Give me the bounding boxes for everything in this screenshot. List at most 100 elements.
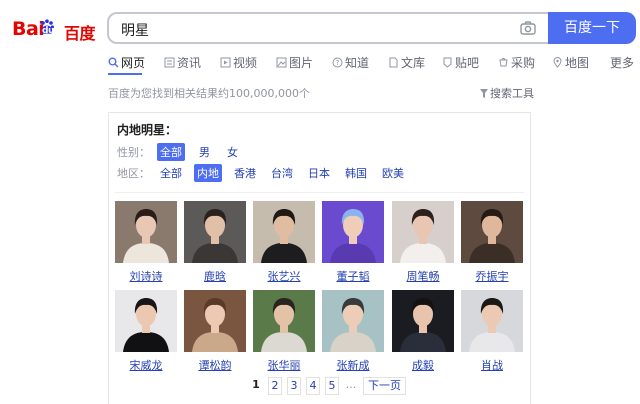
- search-tools-label: 搜索工具: [490, 87, 534, 100]
- celebrity-photo[interactable]: [461, 201, 523, 263]
- tab-label: 文库: [401, 55, 426, 70]
- tab-label: 更多: [610, 55, 635, 70]
- celebrity-name[interactable]: 乔振宇: [461, 268, 523, 284]
- celebrity-name[interactable]: 刘诗诗: [115, 268, 177, 284]
- region-option-japan[interactable]: 日本: [305, 164, 333, 182]
- gender-option-female[interactable]: 女: [224, 143, 241, 161]
- celebrity-item[interactable]: 刘诗诗: [115, 201, 177, 284]
- celebrity-item[interactable]: 乔振宇: [461, 201, 523, 284]
- region-filter: 地区： 全部 内地 香港 台湾 日本 韩国 欧美: [117, 164, 416, 182]
- purchase-icon: [499, 57, 508, 66]
- celebrity-name[interactable]: 宋威龙: [115, 357, 177, 373]
- gender-label: 性别：: [117, 146, 150, 159]
- doc-icon: [389, 57, 398, 67]
- celebrity-photo[interactable]: [322, 201, 384, 263]
- filter-icon: [480, 88, 488, 98]
- celebrity-item[interactable]: 张新成: [322, 290, 384, 373]
- tab-label: 采购: [511, 55, 536, 70]
- tab-images[interactable]: 图片: [276, 52, 313, 72]
- search-input[interactable]: 明星: [121, 20, 149, 40]
- celebrity-name[interactable]: 肖战: [461, 357, 523, 373]
- celebrity-photo[interactable]: [253, 290, 315, 352]
- tab-map[interactable]: 地图: [552, 52, 589, 72]
- tab-tieba[interactable]: 贴吧: [442, 52, 479, 72]
- page-5[interactable]: 5: [325, 377, 339, 395]
- celebrity-name[interactable]: 周笔畅: [392, 268, 454, 284]
- news-icon: [164, 57, 175, 67]
- celebrity-name[interactable]: 董子韬: [322, 268, 384, 284]
- celebrity-photo[interactable]: [392, 201, 454, 263]
- region-option-all[interactable]: 全部: [157, 164, 185, 182]
- region-option-hongkong[interactable]: 香港: [231, 164, 259, 182]
- search-tools-button[interactable]: 搜索工具: [480, 85, 534, 101]
- gender-filter: 性别： 全部 男 女: [117, 143, 250, 161]
- tab-wenku[interactable]: 文库: [388, 52, 425, 72]
- celebrity-photo[interactable]: [115, 201, 177, 263]
- tab-news[interactable]: 资讯: [164, 52, 201, 72]
- celebrity-item[interactable]: 肖战: [461, 290, 523, 373]
- celebrity-item[interactable]: 周笔畅: [392, 201, 454, 284]
- celebrity-photo[interactable]: [184, 201, 246, 263]
- region-option-korea[interactable]: 韩国: [342, 164, 370, 182]
- celebrity-name[interactable]: 谭松韵: [184, 357, 246, 373]
- logo-text-cn: 百度: [64, 24, 96, 43]
- region-option-western[interactable]: 欧美: [379, 164, 407, 182]
- celebrity-item[interactable]: 谭松韵: [184, 290, 246, 373]
- region-option-taiwan[interactable]: 台湾: [268, 164, 296, 182]
- celebrity-photo[interactable]: [253, 201, 315, 263]
- svg-text:?: ?: [336, 59, 340, 67]
- celebrity-item[interactable]: 张华丽: [253, 290, 315, 373]
- page-4[interactable]: 4: [306, 377, 320, 395]
- celebrity-photo[interactable]: [392, 290, 454, 352]
- celebrity-photo[interactable]: [461, 290, 523, 352]
- celebrity-name[interactable]: 成毅: [392, 357, 454, 373]
- tab-purchase[interactable]: 采购: [498, 52, 535, 72]
- celebrity-name[interactable]: 张新成: [322, 357, 384, 373]
- result-count: 百度为您找到相关结果约100,000,000个: [108, 87, 310, 100]
- page-3[interactable]: 3: [287, 377, 301, 395]
- celebrity-item[interactable]: 董子韬: [322, 201, 384, 284]
- question-icon: ?: [332, 57, 343, 67]
- celebrity-name[interactable]: 张艺兴: [253, 268, 315, 284]
- tab-label: 图片: [289, 55, 314, 70]
- tab-web[interactable]: 网页: [108, 52, 145, 72]
- tab-label: 资讯: [177, 55, 202, 70]
- celebrity-item[interactable]: 成毅: [392, 290, 454, 373]
- page-2[interactable]: 2: [268, 377, 282, 395]
- next-page-button[interactable]: 下一页: [363, 377, 406, 395]
- search-box[interactable]: 明星: [107, 12, 550, 44]
- search-button[interactable]: 百度一下: [548, 12, 636, 44]
- region-option-mainland[interactable]: 内地: [194, 164, 222, 182]
- tab-video[interactable]: 视频: [220, 52, 257, 72]
- celebrity-photo[interactable]: [322, 290, 384, 352]
- celebrity-photo[interactable]: [115, 290, 177, 352]
- region-label: 地区：: [117, 167, 150, 180]
- celebrity-item[interactable]: 鹿晗: [184, 201, 246, 284]
- tab-label: 贴吧: [455, 55, 480, 70]
- search-icon: [108, 57, 119, 67]
- celebrity-item[interactable]: 宋威龙: [115, 290, 177, 373]
- tab-label: 知道: [345, 55, 370, 70]
- celebrity-photo[interactable]: [184, 290, 246, 352]
- tab-more[interactable]: 更多: [610, 52, 634, 72]
- baidu-logo[interactable]: Bai du 百度: [12, 16, 98, 43]
- tab-label: 视频: [233, 55, 258, 70]
- image-icon: [276, 57, 287, 67]
- page-1[interactable]: 1: [249, 377, 263, 395]
- tab-zhidao[interactable]: ? 知道: [332, 52, 369, 72]
- video-icon: [220, 57, 231, 67]
- celebrity-name[interactable]: 鹿晗: [184, 268, 246, 284]
- active-tab-indicator: [108, 73, 142, 75]
- page-ellipsis: ...: [345, 378, 357, 391]
- celebrity-item[interactable]: 张艺兴: [253, 201, 315, 284]
- card-title: 内地明星：: [117, 123, 178, 137]
- celebrity-card: 内地明星： 性别： 全部 男 女 地区： 全部 内地 香港 台湾 日本 韩国 欧…: [108, 112, 531, 404]
- gender-option-all[interactable]: 全部: [157, 143, 185, 161]
- camera-icon[interactable]: [520, 21, 536, 35]
- gender-option-male[interactable]: 男: [196, 143, 213, 161]
- celebrity-name[interactable]: 张华丽: [253, 357, 315, 373]
- pagination: 1 2 3 4 5 ... 下一页: [249, 377, 411, 395]
- map-icon: [553, 56, 562, 68]
- logo-text-du: du: [42, 26, 54, 36]
- tab-label: 地图: [565, 55, 590, 70]
